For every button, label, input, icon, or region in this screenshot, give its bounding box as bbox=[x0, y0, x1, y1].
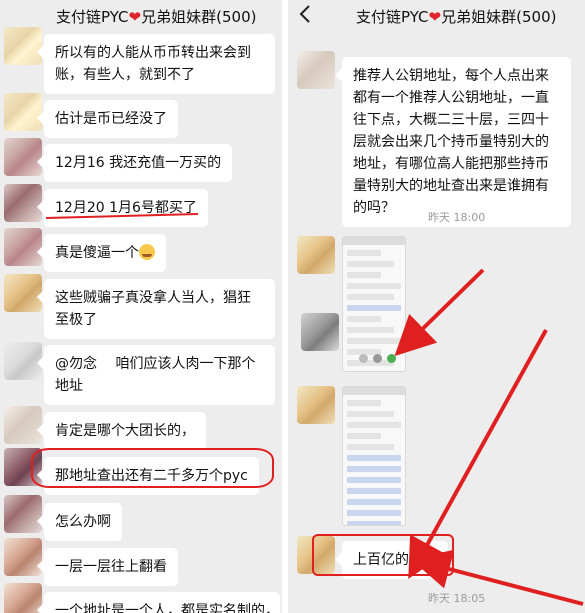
avatar[interactable] bbox=[4, 342, 42, 380]
red-circle-annotation bbox=[31, 448, 274, 488]
message-bubble[interactable]: @勿念 咱们应该人肉一下那个地址 bbox=[44, 345, 275, 405]
message-bubble[interactable]: 所以有的人能从币币转出来会到账，有些人，就到不了 bbox=[44, 34, 275, 94]
avatar[interactable] bbox=[4, 495, 42, 533]
left-title-bar: 支付链PYC❤兄弟姐妹群(500) bbox=[0, 0, 282, 34]
message-text: 怎么办啊 bbox=[55, 514, 111, 530]
message-text: 一层一层往上翻看 bbox=[55, 559, 167, 575]
avatar[interactable] bbox=[4, 228, 42, 266]
title-prefix: 支付链PYC bbox=[56, 8, 129, 26]
avatar[interactable] bbox=[4, 583, 42, 613]
message-text: 肯定是哪个大团长的， bbox=[55, 423, 195, 439]
crying-face-icon bbox=[139, 244, 155, 260]
title-suffix: 兄弟姐妹群(500) bbox=[141, 8, 257, 26]
left-chat-title[interactable]: 支付链PYC❤兄弟姐妹群(500) bbox=[56, 6, 256, 27]
avatar[interactable] bbox=[4, 184, 42, 222]
message-bubble[interactable]: 真是傻逼一个 bbox=[44, 234, 166, 272]
message-text: 所以有的人能从币币转出来会到账，有些人，就到不了 bbox=[55, 45, 251, 83]
message-text: 12月16 我还充值一万买的 bbox=[55, 155, 222, 171]
message-bubble[interactable]: 怎么办啊 bbox=[44, 503, 122, 541]
avatar[interactable] bbox=[4, 406, 42, 444]
right-chat-panel: 支付链PYC❤兄弟姐妹群(500) 推荐人公钥地址，每个人点出来都有一个推荐人公… bbox=[288, 0, 585, 613]
message-text: 这些贼骗子真没拿人当人，猖狂至极了 bbox=[55, 290, 251, 328]
message-text: 一个地址是一个人，都是实名制的， bbox=[55, 603, 279, 613]
avatar[interactable] bbox=[4, 27, 42, 65]
message-bubble[interactable]: 估计是币已经没了 bbox=[44, 100, 178, 138]
message-bubble[interactable]: 12月20 1月6号都买了 bbox=[44, 189, 208, 227]
message-bubble[interactable]: 一层一层往上翻看 bbox=[44, 548, 178, 586]
message-text: 真是傻逼一个 bbox=[55, 245, 139, 261]
message-text: 估计是币已经没了 bbox=[55, 111, 167, 127]
heart-icon: ❤ bbox=[128, 8, 142, 26]
message-bubble[interactable]: 这些贼骗子真没拿人当人，猖狂至极了 bbox=[44, 279, 275, 339]
left-chat-panel: 支付链PYC❤兄弟姐妹群(500) 所以有的人能从币币转出来会到账，有些人，就到… bbox=[0, 0, 282, 613]
message-bubble[interactable]: 一个地址是一个人，都是实名制的， bbox=[44, 592, 280, 613]
avatar[interactable] bbox=[4, 274, 42, 312]
message-bubble[interactable]: 12月16 我还充值一万买的 bbox=[44, 144, 233, 182]
message-bubble[interactable]: 肯定是哪个大团长的， bbox=[44, 412, 206, 450]
avatar[interactable] bbox=[4, 93, 42, 131]
avatar[interactable] bbox=[4, 138, 42, 176]
red-arrows-annotation bbox=[394, 268, 584, 606]
message-text: @勿念 咱们应该人肉一下那个地址 bbox=[55, 356, 256, 394]
avatar[interactable] bbox=[4, 538, 42, 576]
